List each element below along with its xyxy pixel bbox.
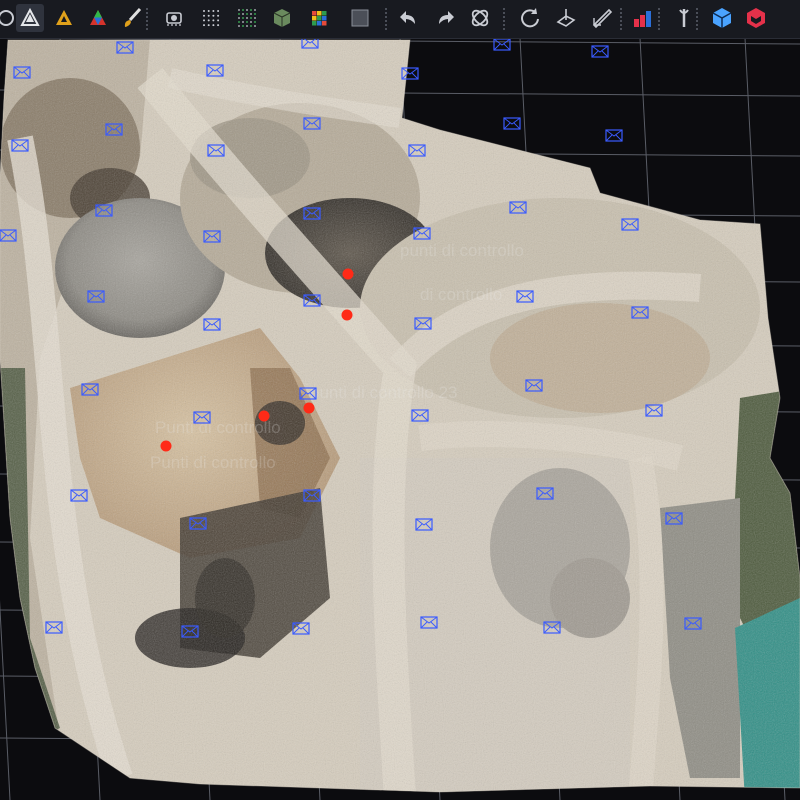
cube-model-icon (273, 9, 291, 27)
gcp-label: punti di controllo (400, 241, 524, 260)
rotate-button[interactable] (516, 4, 544, 32)
points-button[interactable] (197, 4, 225, 32)
stats-button[interactable] (628, 4, 656, 32)
undo-icon (400, 11, 415, 24)
plane-tool-icon (556, 9, 576, 27)
ruler-button[interactable] (588, 4, 616, 32)
rotate-free-icon (471, 9, 489, 27)
main-toolbar (0, 0, 800, 39)
toolbar-separator (385, 8, 387, 30)
gcp-marker[interactable] (303, 402, 315, 414)
gcp-label: di controllo (420, 285, 502, 304)
colored-view-button[interactable] (84, 4, 112, 32)
region-box-icon (351, 9, 369, 27)
toolbar-separator (620, 8, 622, 30)
gcp-marker[interactable] (342, 268, 354, 280)
camera-marker-icon (605, 129, 623, 142)
tiled-model-button[interactable] (305, 4, 333, 32)
toolbar-separator (658, 8, 660, 30)
point-cloud-icon (203, 10, 220, 27)
gcp-marker[interactable] (160, 440, 172, 452)
textured-triangle-icon (56, 10, 72, 25)
orthomosaic-scene[interactable]: punti di controllo di controllo Punti di c… (0, 38, 800, 800)
gcp-label: Punti di controllo (150, 453, 276, 472)
toolbar-separator (146, 8, 148, 30)
undo-button[interactable] (395, 4, 423, 32)
brush-button[interactable] (118, 4, 146, 32)
cameras-button[interactable] (160, 4, 188, 32)
cube-red-icon (747, 8, 765, 28)
mesh-triangle-icon (20, 7, 40, 26)
region-button[interactable] (346, 4, 374, 32)
rubik-cube-icon (312, 11, 327, 26)
cube-blue-button[interactable] (708, 4, 736, 32)
rotate-free-button[interactable] (466, 4, 494, 32)
camera-marker-icon (493, 38, 511, 51)
camera-cluster-icon (166, 12, 182, 26)
textured-view-button[interactable] (50, 4, 78, 32)
ruler-icon (592, 8, 613, 29)
redo-button[interactable] (431, 4, 459, 32)
bar-chart-icon (634, 11, 651, 27)
rotate-icon (521, 8, 539, 28)
wrench-icon (679, 9, 689, 27)
gcp-label: punti di controllo 23 (310, 383, 457, 402)
mesh-view-button[interactable] (16, 4, 44, 32)
cube-red-button[interactable] (742, 4, 770, 32)
toolbar-separator (503, 8, 505, 30)
orthomosaic (0, 40, 800, 792)
cube-blue-icon (712, 8, 732, 28)
dense-points-button[interactable] (233, 4, 261, 32)
camera-marker-icon (503, 117, 521, 130)
brush-icon (124, 7, 142, 27)
gcp-marker[interactable] (258, 410, 270, 422)
rgb-triangle-icon (90, 10, 106, 25)
redo-icon (439, 11, 454, 24)
photogrammetry-app: punti di controllo di controllo Punti di c… (0, 0, 800, 800)
plane-button[interactable] (552, 4, 580, 32)
tools-button[interactable] (670, 4, 698, 32)
model-button[interactable] (268, 4, 296, 32)
gcp-marker[interactable] (341, 309, 353, 321)
toolbar-separator (696, 8, 698, 30)
3d-viewport[interactable]: punti di controllo di controllo Punti di c… (0, 38, 800, 800)
camera-marker-icon (591, 45, 609, 58)
dense-cloud-icon (238, 9, 256, 27)
